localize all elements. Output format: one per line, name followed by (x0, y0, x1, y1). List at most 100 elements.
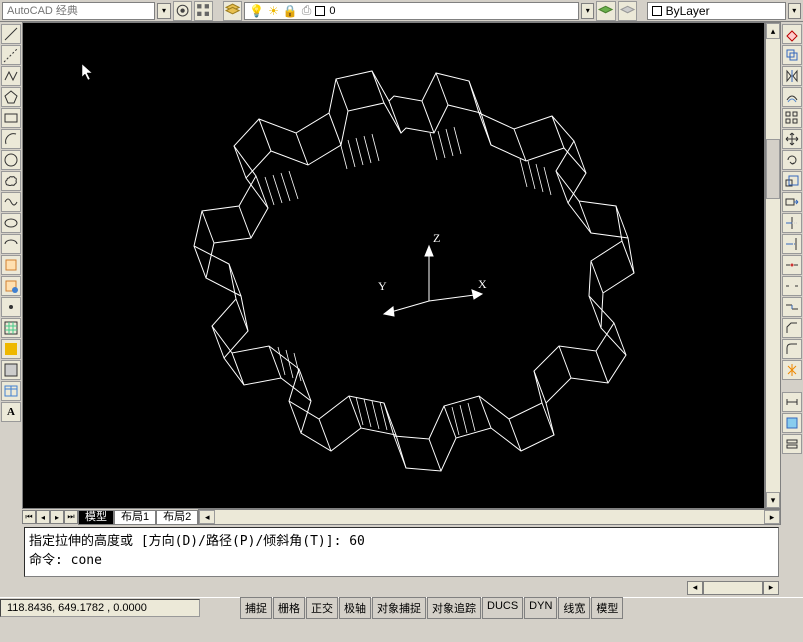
make-block-tool-icon[interactable] (1, 276, 21, 296)
scroll-up-icon[interactable]: ▴ (766, 23, 780, 39)
tab-last-icon[interactable]: ⏭ (64, 510, 78, 524)
status-bar: 118.8436, 649.1782 , 0.0000 捕捉栅格正交极轴对象捕捉… (0, 597, 803, 617)
scroll-thumb-v[interactable] (766, 139, 780, 199)
status-toggle-5[interactable]: 对象追踪 (427, 597, 481, 619)
top-toolbar: ▾ 💡 ☀ 🔒 ⎙ 0 ▾ ByLayer ▾ (0, 0, 803, 22)
break-at-point-tool-icon[interactable] (782, 255, 802, 275)
cmd-scroll-right-icon[interactable]: ▸ (763, 581, 779, 595)
area-tool-icon[interactable] (782, 413, 802, 433)
fillet-tool-icon[interactable] (782, 339, 802, 359)
region-tool-icon[interactable] (1, 360, 21, 380)
distance-tool-icon[interactable] (782, 392, 802, 412)
command-history-line: 指定拉伸的高度或 [方向(D)/路径(P)/倾斜角(T)]: 60 (29, 530, 774, 549)
command-window[interactable]: 指定拉伸的高度或 [方向(D)/路径(P)/倾斜角(T)]: 60 命令: co… (24, 527, 779, 577)
trim-tool-icon[interactable] (782, 213, 802, 233)
ucs-x-label: X (478, 277, 487, 292)
viewport-scrollbar-vertical[interactable]: ▴ ▾ (765, 22, 781, 509)
rotate-tool-icon[interactable] (782, 150, 802, 170)
layer-dropdown-icon[interactable]: ▾ (581, 3, 594, 19)
chamfer-tool-icon[interactable] (782, 318, 802, 338)
workspace-dropdown-icon[interactable]: ▾ (157, 3, 170, 19)
layer-color-swatch (315, 6, 325, 16)
qselect-tool-icon[interactable] (782, 434, 802, 454)
revision-cloud-tool-icon[interactable] (1, 171, 21, 191)
scroll-right-icon[interactable]: ▸ (764, 510, 780, 524)
tab-model[interactable]: 模型 (78, 510, 114, 525)
tab-first-icon[interactable]: ⏮ (22, 510, 36, 524)
erase-tool-icon[interactable] (782, 24, 802, 44)
scale-tool-icon[interactable] (782, 171, 802, 191)
status-toggle-6[interactable]: DUCS (482, 597, 523, 619)
status-toggle-row: 捕捉栅格正交极轴对象捕捉对象追踪DUCSDYN线宽模型 (240, 597, 624, 619)
polyline-tool-icon[interactable] (1, 66, 21, 86)
spline-tool-icon[interactable] (1, 192, 21, 212)
mirror-tool-icon[interactable] (782, 66, 802, 86)
bulb-icon: 💡 (249, 4, 264, 18)
tab-prev-icon[interactable]: ◂ (36, 510, 50, 524)
explode-tool-icon[interactable] (782, 360, 802, 380)
line-tool-icon[interactable] (1, 24, 21, 44)
status-toggle-3[interactable]: 极轴 (339, 597, 371, 619)
main-area: A (0, 22, 803, 597)
point-tool-icon[interactable] (1, 297, 21, 317)
join-tool-icon[interactable] (782, 297, 802, 317)
viewport-scrollbar-horizontal[interactable]: ◂ ▸ (198, 509, 781, 525)
workspace-settings-icon[interactable] (173, 1, 192, 21)
array-tool-icon[interactable] (782, 108, 802, 128)
coord-display: 118.8436, 649.1782 , 0.0000 (0, 599, 200, 617)
scroll-down-icon[interactable]: ▾ (766, 492, 780, 508)
status-toggle-0[interactable]: 捕捉 (240, 597, 272, 619)
gradient-tool-icon[interactable] (1, 339, 21, 359)
break-tool-icon[interactable] (782, 276, 802, 296)
lock-icon: 🔒 (283, 4, 298, 18)
color-combo[interactable]: ByLayer (647, 2, 786, 20)
left-toolbox: A (0, 22, 22, 597)
arc-tool-icon[interactable] (1, 129, 21, 149)
ellipse-arc-tool-icon[interactable] (1, 234, 21, 254)
ellipse-tool-icon[interactable] (1, 213, 21, 233)
layer-combo[interactable]: 💡 ☀ 🔒 ⎙ 0 (244, 2, 579, 20)
rectangle-tool-icon[interactable] (1, 108, 21, 128)
offset-tool-icon[interactable] (782, 87, 802, 107)
viewport-container: Z X Y ▴ ▾ ⏮ ◂ ▸ ⏭ 模型 布局1 布局2 ◂ (22, 22, 781, 597)
status-toggle-9[interactable]: 模型 (591, 597, 623, 619)
extend-tool-icon[interactable] (782, 234, 802, 254)
ucs-z-label: Z (433, 231, 440, 246)
scroll-left-icon[interactable]: ◂ (199, 510, 215, 524)
stretch-tool-icon[interactable] (782, 192, 802, 212)
cmd-scroll-left-icon[interactable]: ◂ (687, 581, 703, 595)
tab-layout2[interactable]: 布局2 (156, 510, 198, 525)
table-tool-icon[interactable] (1, 381, 21, 401)
status-toggle-1[interactable]: 栅格 (273, 597, 305, 619)
status-toggle-4[interactable]: 对象捕捉 (372, 597, 426, 619)
color-label: ByLayer (666, 4, 710, 18)
polygon-tool-icon[interactable] (1, 87, 21, 107)
circle-tool-icon[interactable] (1, 150, 21, 170)
layer-name-label: 0 (329, 5, 574, 17)
layer-properties-icon[interactable] (223, 1, 242, 21)
status-toggle-2[interactable]: 正交 (306, 597, 338, 619)
viewport-tabs: ⏮ ◂ ▸ ⏭ 模型 布局1 布局2 (22, 509, 198, 525)
workspace-combo[interactable] (2, 2, 155, 20)
layer-previous-icon[interactable] (618, 1, 637, 21)
tab-layout1[interactable]: 布局1 (114, 510, 156, 525)
text-tool-icon[interactable]: A (1, 402, 21, 422)
copy-tool-icon[interactable] (782, 45, 802, 65)
workspace-input[interactable] (7, 5, 150, 17)
status-toggle-7[interactable]: DYN (524, 597, 557, 619)
command-scroll: ◂ ▸ (22, 579, 781, 597)
right-toolbox (781, 22, 803, 597)
command-prompt-line: 命令: cone (29, 549, 774, 568)
move-tool-icon[interactable] (782, 129, 802, 149)
tab-next-icon[interactable]: ▸ (50, 510, 64, 524)
hatch-tool-icon[interactable] (1, 318, 21, 338)
construction-line-tool-icon[interactable] (1, 45, 21, 65)
sun-icon: ☀ (268, 4, 279, 18)
color-dropdown-icon[interactable]: ▾ (788, 3, 801, 19)
layer-states-icon[interactable] (596, 1, 615, 21)
status-toggle-8[interactable]: 线宽 (558, 597, 590, 619)
insert-block-tool-icon[interactable] (1, 255, 21, 275)
model-viewport[interactable]: Z X Y (22, 22, 765, 509)
workspace-grid-icon[interactable] (194, 1, 213, 21)
plot-icon: ⎙ (302, 3, 312, 18)
